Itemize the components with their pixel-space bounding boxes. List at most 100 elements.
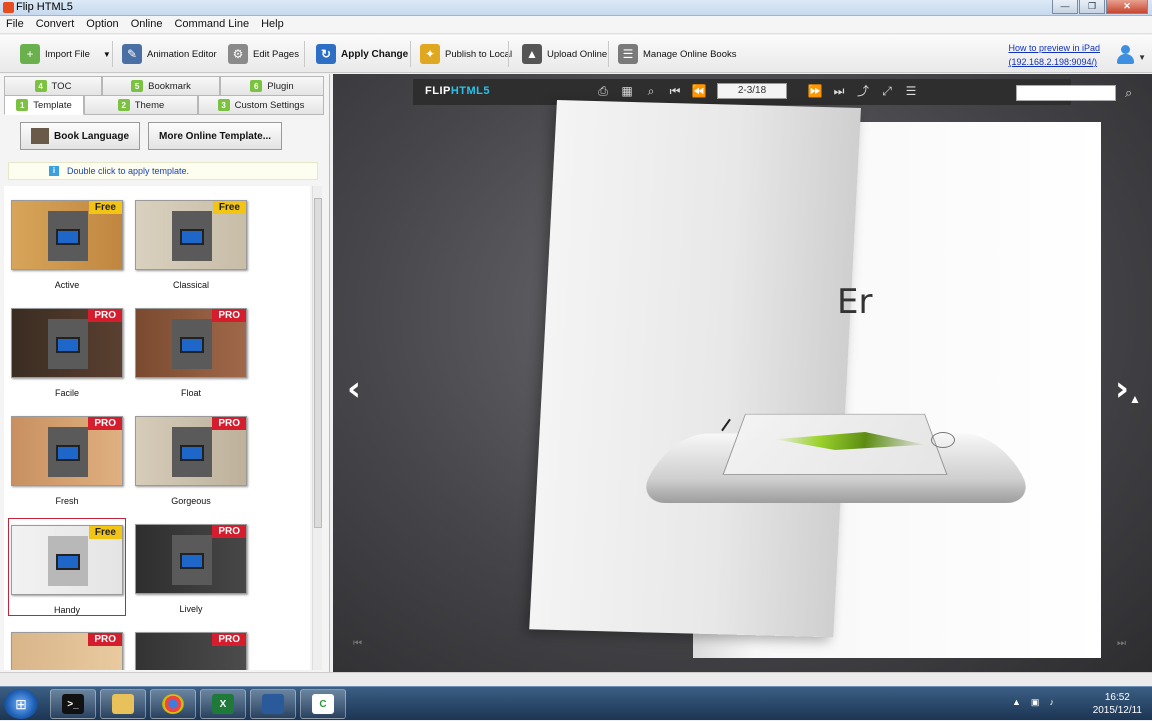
clock[interactable]: 16:52 2015/12/11 [1093, 691, 1142, 717]
template-active[interactable]: Free Active [8, 200, 126, 290]
settings-panel: 4 TOC 5 Bookmark 6 Plugin 1 Template 2 T… [0, 74, 330, 672]
prev-page-arrow[interactable]: ‹ [347, 372, 361, 406]
next-page-icon[interactable]: ⏩ [807, 83, 823, 99]
animation-editor-icon: ✎ [122, 44, 142, 64]
tab-custom-settings[interactable]: 3 Custom Settings [198, 95, 324, 115]
pro-badge: PRO [88, 309, 122, 322]
template-lively[interactable]: PRO Lively [132, 524, 250, 614]
menu-option[interactable]: Option [80, 16, 124, 33]
menu-help[interactable]: Help [255, 16, 290, 33]
close-button[interactable]: ✕ [1106, 0, 1148, 14]
template-facile[interactable]: PRO Facile [8, 308, 126, 398]
taskbar-excel[interactable]: X [200, 689, 246, 719]
start-button[interactable]: ⊞ [4, 689, 38, 719]
fullscreen-icon[interactable]: ⤢ [879, 83, 895, 99]
tab-toc[interactable]: 4 TOC [4, 76, 102, 96]
show-hidden-icons-icon[interactable]: ▲ [1012, 697, 1021, 708]
toolbar-separator [410, 41, 411, 67]
book-language-button[interactable]: Book Language [20, 122, 141, 150]
zoom-icon[interactable]: ⌕ [643, 83, 659, 99]
apply-change-button[interactable]: ↻ Apply Change [310, 39, 414, 69]
scrollbar-thumb[interactable] [314, 198, 322, 528]
next-page-arrow[interactable]: › [1115, 372, 1129, 406]
tab-template[interactable]: 1 Template [4, 95, 84, 115]
taskbar-chrome[interactable] [150, 689, 196, 719]
viewer-toolbar: FLIPHTML5 ⎙ ▦ ⌕ ⏮ ⏪ 2-3/18 ⏩ ⏭ ⤴ ⤢ ☰ ⌕ [413, 79, 1132, 105]
manage-online-books-button[interactable]: ☰ Manage Online Books [612, 39, 742, 69]
toolbar-separator [304, 41, 305, 67]
pro-badge: PRO [212, 525, 246, 538]
apply-change-icon: ↻ [316, 44, 336, 64]
pro-badge: PRO [212, 309, 246, 322]
last-page-footer-icon[interactable]: ⏭ [1117, 638, 1126, 649]
prev-page-icon[interactable]: ⏪ [691, 83, 707, 99]
status-bar [0, 672, 1152, 686]
viewer-search-input[interactable] [1016, 85, 1116, 101]
taskbar-camtasia[interactable]: C [300, 689, 346, 719]
publish-icon: ✦ [420, 44, 440, 64]
table-of-contents-icon[interactable]: ☰ [903, 83, 919, 99]
upload-online-button[interactable]: ▲ Upload Online [516, 39, 613, 69]
main-toolbar: + Import File ▼ ✎ Animation Editor ⚙ Edi… [0, 35, 1152, 73]
minimize-button[interactable]: — [1052, 0, 1078, 14]
user-dropdown-icon[interactable]: ▼ [1138, 53, 1146, 62]
pro-badge: PRO [88, 633, 122, 646]
import-file-button[interactable]: + Import File ▼ [14, 39, 117, 69]
pro-badge: PRO [88, 417, 122, 430]
share-icon[interactable]: ⤴ [855, 83, 871, 99]
maximize-button[interactable]: ❐ [1079, 0, 1105, 14]
free-badge: Free [212, 201, 246, 214]
user-icon[interactable] [1116, 45, 1134, 65]
phone-image [635, 390, 1037, 520]
info-icon: i [49, 166, 59, 176]
template-item[interactable]: PRO [132, 632, 250, 670]
network-icon[interactable]: ▣ [1031, 697, 1040, 708]
template-classical[interactable]: Free Classical [132, 200, 250, 290]
excel-icon: X [212, 694, 234, 714]
page-number-field[interactable]: 2-3/18 [717, 83, 787, 99]
animation-editor-button[interactable]: ✎ Animation Editor [116, 39, 223, 69]
free-badge: Free [88, 201, 122, 214]
menu-convert[interactable]: Convert [30, 16, 81, 33]
template-scrollbar[interactable] [312, 186, 322, 670]
book-preview: FLIPHTML5 ⎙ ▦ ⌕ ⏮ ⏪ 2-3/18 ⏩ ⏭ ⤴ ⤢ ☰ ⌕ E… [333, 74, 1152, 672]
more-online-template-button[interactable]: More Online Template... [148, 122, 283, 150]
template-gorgeous[interactable]: PRO Gorgeous [132, 416, 250, 506]
page-heading-text: Er [837, 282, 873, 322]
upload-icon: ▲ [522, 44, 542, 64]
print-icon[interactable]: ⎙ [595, 83, 611, 99]
app-icon [3, 2, 14, 13]
taskbar-app[interactable] [250, 689, 296, 719]
last-page-icon[interactable]: ⏭ [831, 83, 847, 99]
tab-plugin[interactable]: 6 Plugin [220, 76, 324, 96]
first-page-icon[interactable]: ⏮ [667, 83, 683, 99]
import-icon: + [20, 44, 40, 64]
taskbar-explorer[interactable] [100, 689, 146, 719]
edit-pages-button[interactable]: ⚙ Edit Pages [222, 39, 305, 69]
menu-command-line[interactable]: Command Line [168, 16, 255, 33]
search-icon[interactable]: ⌕ [1125, 86, 1137, 99]
toolbar-separator [608, 41, 609, 67]
flipping-book[interactable]: Er [529, 100, 1101, 658]
template-item[interactable]: PRO [8, 632, 126, 670]
app-window-icon [262, 694, 284, 714]
publish-local-button[interactable]: ✦ Publish to Local [414, 39, 518, 69]
ipad-preview-link[interactable]: How to preview in iPad (192.168.2.198:90… [1008, 41, 1100, 69]
menu-file[interactable]: File [0, 16, 30, 33]
volume-icon[interactable]: ♪ [1049, 697, 1054, 708]
language-icon [31, 128, 49, 144]
menu-online[interactable]: Online [125, 16, 169, 33]
cmd-icon: >_ [62, 694, 84, 714]
tab-theme[interactable]: 2 Theme [84, 95, 198, 115]
manage-books-icon: ☰ [618, 44, 638, 64]
window-title: Flip HTML5 [16, 1, 73, 13]
template-handy[interactable]: Free Handy [8, 518, 126, 616]
tab-bookmark[interactable]: 5 Bookmark [102, 76, 220, 96]
first-page-footer-icon[interactable]: ⏮ [353, 638, 362, 649]
taskbar-cmd[interactable]: >_ [50, 689, 96, 719]
template-fresh[interactable]: PRO Fresh [8, 416, 126, 506]
toolbar-separator [508, 41, 509, 67]
menu-bar: File Convert Option Online Command Line … [0, 16, 1152, 34]
template-float[interactable]: PRO Float [132, 308, 250, 398]
thumbnails-icon[interactable]: ▦ [619, 83, 635, 99]
